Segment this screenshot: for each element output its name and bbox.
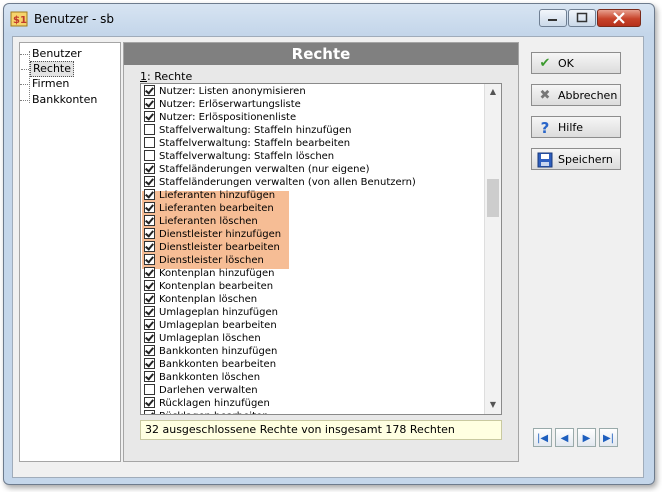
- window: $1 Benutzer - sb Benutzer Rechte Firmen …: [3, 3, 655, 485]
- app-icon: $1: [10, 11, 28, 27]
- rights-panel: Rechte 1: Rechte Nutzer: Listen anonymis…: [123, 42, 519, 462]
- right-checkbox[interactable]: [144, 124, 155, 135]
- minimize-icon: [548, 19, 557, 21]
- right-label: Nutzer: Listen anonymisieren: [159, 86, 306, 97]
- scroll-thumb[interactable]: [487, 179, 499, 217]
- save-disk-icon: [537, 152, 553, 168]
- first-record-icon[interactable]: |◀: [533, 428, 552, 447]
- rights-group-label: 1: Rechte: [140, 70, 192, 83]
- checkmark-icon: ✔: [539, 56, 551, 71]
- right-checkbox[interactable]: [144, 137, 155, 148]
- save-button[interactable]: Speichern: [531, 148, 621, 170]
- minimize-button[interactable]: [539, 9, 567, 27]
- right-checkbox[interactable]: [144, 306, 155, 317]
- right-checkbox[interactable]: [144, 111, 155, 122]
- save-button-label: Speichern: [558, 153, 613, 166]
- close-icon: [613, 12, 625, 24]
- rights-summary-status: 32 ausgeschlossene Rechte von insgesamt …: [140, 420, 502, 440]
- right-checkbox[interactable]: [144, 293, 155, 304]
- previous-record-icon[interactable]: ◀: [555, 428, 574, 447]
- right-label: Rücklagen hinzufügen: [159, 398, 270, 409]
- tree-item-firmen[interactable]: Firmen: [19, 77, 71, 91]
- right-label: Staffeländerungen verwalten (von allen B…: [159, 177, 416, 188]
- right-checkbox[interactable]: [144, 241, 155, 252]
- right-label: Darlehen verwalten: [159, 385, 258, 396]
- right-label: Umlageplan bearbeiten: [159, 320, 277, 331]
- right-label: Bankkonten bearbeiten: [159, 359, 277, 370]
- right-checkbox[interactable]: [144, 397, 155, 408]
- right-checkbox[interactable]: [144, 280, 155, 291]
- right-checkbox[interactable]: [144, 202, 155, 213]
- right-checkbox[interactable]: [144, 98, 155, 109]
- right-label: Kontenplan hinzufügen: [159, 268, 275, 279]
- tree-item-bankkonten[interactable]: Bankkonten: [19, 93, 99, 107]
- right-label: Lieferanten bearbeiten: [159, 203, 274, 214]
- right-checkbox[interactable]: [144, 345, 155, 356]
- right-label: Nutzer: Erlöserwartungsliste: [159, 99, 301, 110]
- scroll-down-arrow-icon[interactable]: ▼: [487, 398, 499, 412]
- navigation-tree: Benutzer Rechte Firmen Bankkonten: [19, 42, 121, 462]
- right-label: Umlageplan löschen: [159, 333, 261, 344]
- record-navigation: |◀ ◀ ▶ ▶|: [533, 428, 621, 454]
- right-label: Dienstleister hinzufügen: [159, 229, 282, 240]
- help-button[interactable]: ? Hilfe: [531, 116, 621, 138]
- group-label-accelerator: 1: [140, 70, 147, 83]
- right-label: Nutzer: Erlöspositionenliste: [159, 112, 297, 123]
- right-checkbox[interactable]: [144, 254, 155, 265]
- right-label: Dienstleister bearbeiten: [159, 242, 280, 253]
- group-label-text: : Rechte: [147, 70, 193, 83]
- right-checkbox[interactable]: [144, 371, 155, 382]
- right-label: Bankkonten hinzufügen: [159, 346, 278, 357]
- right-checkbox[interactable]: [144, 410, 155, 414]
- right-checkbox[interactable]: [144, 384, 155, 395]
- right-label: Staffelverwaltung: Staffeln bearbeiten: [159, 138, 351, 149]
- right-checkbox[interactable]: [144, 267, 155, 278]
- right-label: Staffeländerungen verwalten (nur eigene): [159, 164, 370, 175]
- right-checkbox[interactable]: [144, 85, 155, 96]
- right-checkbox[interactable]: [144, 163, 155, 174]
- right-checkbox[interactable]: [144, 319, 155, 330]
- ok-button[interactable]: ✔ OK: [531, 52, 621, 74]
- maximize-button[interactable]: [568, 9, 596, 27]
- svg-text:$1: $1: [13, 15, 27, 26]
- right-checkbox[interactable]: [144, 228, 155, 239]
- last-record-icon[interactable]: ▶|: [599, 428, 618, 447]
- right-label: Kontenplan bearbeiten: [159, 281, 274, 292]
- right-label: Umlageplan hinzufügen: [159, 307, 278, 318]
- right-label: Staffelverwaltung: Staffeln hinzufügen: [159, 125, 352, 136]
- help-button-label: Hilfe: [558, 121, 584, 134]
- tree-item-benutzer[interactable]: Benutzer: [20, 47, 84, 61]
- right-label: Lieferanten löschen: [159, 216, 258, 227]
- right-label: Kontenplan löschen: [159, 294, 258, 305]
- close-button[interactable]: [597, 9, 641, 27]
- right-label: Staffelverwaltung: Staffeln löschen: [159, 151, 335, 162]
- scroll-up-arrow-icon[interactable]: ▲: [487, 85, 499, 99]
- right-label: Bankkonten löschen: [159, 372, 261, 383]
- window-title: Benutzer - sb: [34, 12, 114, 26]
- cancel-button[interactable]: ✖ Abbrechen: [531, 84, 621, 106]
- right-label: Lieferanten hinzufügen: [159, 190, 276, 201]
- cancel-x-icon: ✖: [539, 88, 551, 103]
- panel-title: Rechte: [124, 43, 518, 65]
- right-checkbox[interactable]: [144, 215, 155, 226]
- cancel-button-label: Abbrechen: [558, 89, 618, 102]
- maximize-icon: [576, 12, 588, 23]
- dialog-client: Benutzer Rechte Firmen Bankkonten Rechte…: [12, 36, 644, 478]
- tree-item-rechte[interactable]: Rechte: [20, 61, 75, 77]
- right-label: Dienstleister löschen: [159, 255, 264, 266]
- rights-list[interactable]: Nutzer: Listen anonymisieren Nutzer: Erlö…: [140, 83, 502, 415]
- right-checkbox[interactable]: [144, 176, 155, 187]
- ok-button-label: OK: [558, 57, 574, 70]
- right-checkbox[interactable]: [144, 358, 155, 369]
- right-checkbox[interactable]: [144, 189, 155, 200]
- right-checkbox[interactable]: [144, 332, 155, 343]
- help-icon: ?: [540, 119, 550, 137]
- right-label: Rücklagen bearbeiten: [159, 410, 268, 414]
- title-bar[interactable]: $1 Benutzer - sb: [4, 4, 654, 34]
- right-checkbox[interactable]: [144, 150, 155, 161]
- rights-scrollbar[interactable]: ▲ ▼: [484, 84, 501, 414]
- next-record-icon[interactable]: ▶: [577, 428, 596, 447]
